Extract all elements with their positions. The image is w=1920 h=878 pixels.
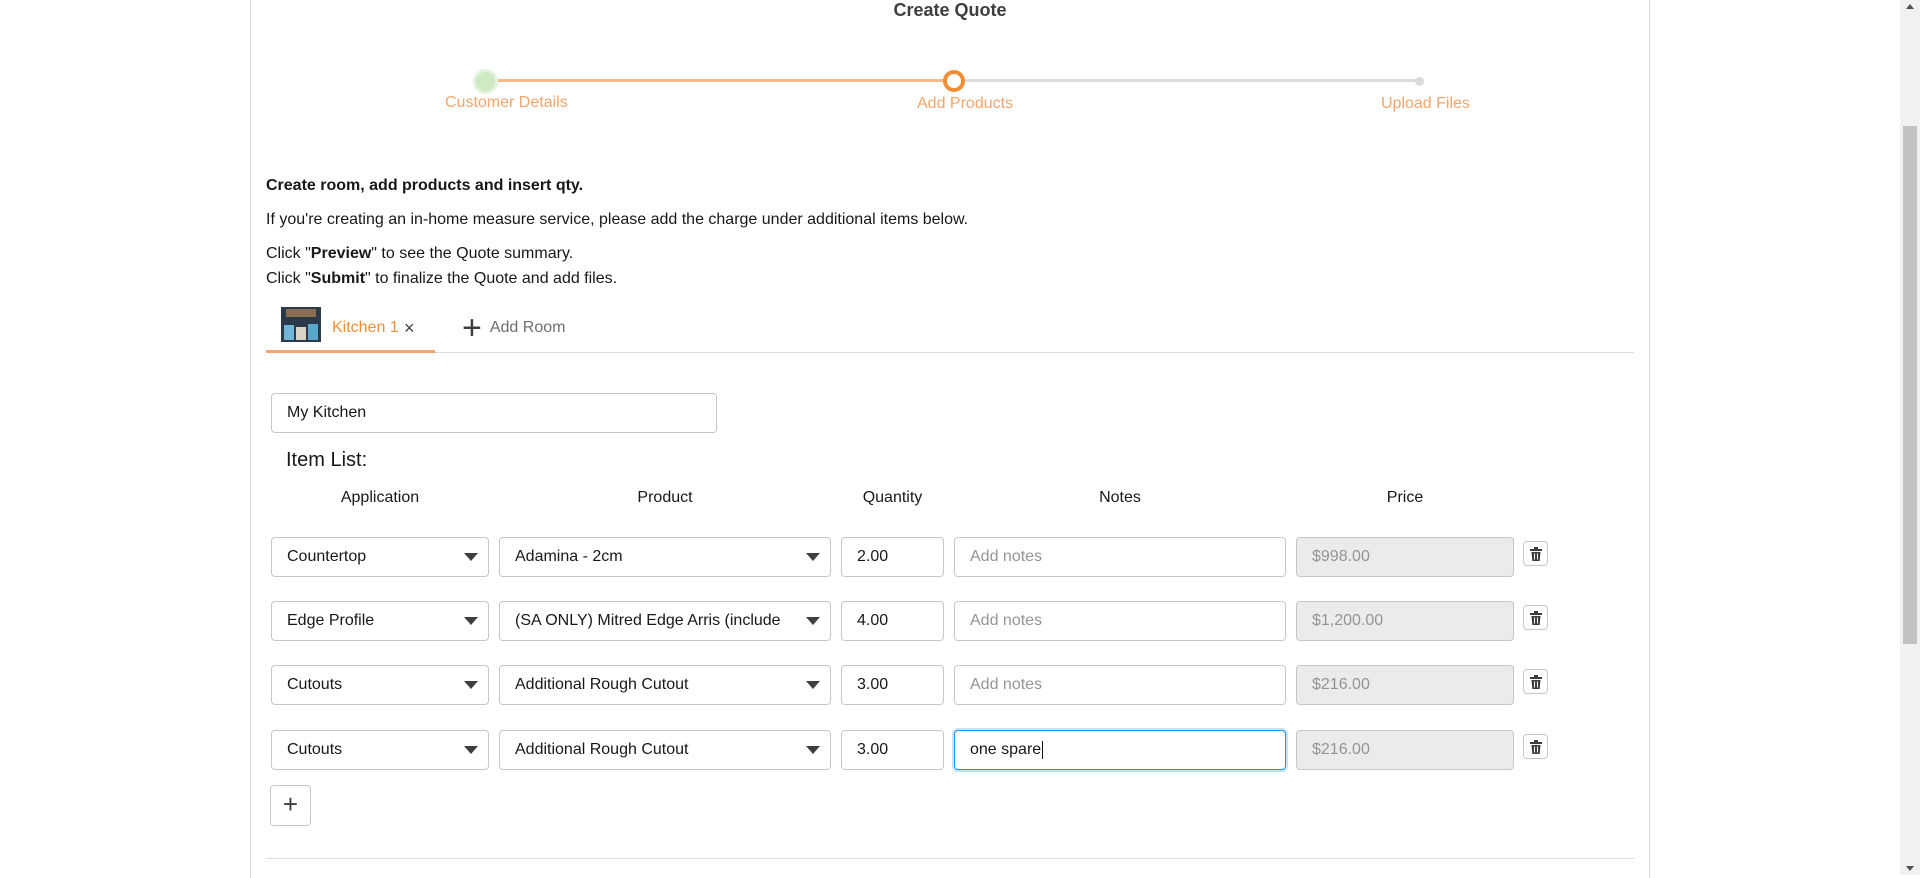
step-label-customer-details[interactable]: Customer Details [445, 94, 568, 112]
delete-row-button[interactable] [1523, 605, 1548, 630]
chevron-down-icon [464, 553, 478, 561]
add-room-button[interactable]: + Add Room [462, 309, 566, 347]
chevron-down-icon [806, 681, 820, 689]
instructions-submit: Click "Submit" to finalize the Quote and… [266, 270, 618, 287]
chevron-down-icon [806, 746, 820, 754]
product-select[interactable]: Additional Rough Cutout [499, 730, 831, 770]
chevron-down-icon [806, 617, 820, 625]
page-scrollbar[interactable] [1900, 0, 1920, 875]
price-field: $216.00 [1296, 665, 1514, 705]
product-select[interactable]: (SA ONLY) Mitred Edge Arris (include [499, 601, 831, 641]
chevron-down-icon [806, 553, 820, 561]
step-marker-customer-details[interactable] [473, 69, 498, 94]
progress-track-upcoming [954, 79, 1420, 82]
step-marker-upload-files[interactable] [1415, 77, 1424, 86]
quantity-input[interactable]: 4.00 [841, 601, 944, 641]
progress-track-complete [486, 79, 954, 82]
delete-row-button[interactable] [1523, 541, 1548, 566]
notes-input[interactable]: Add notes [954, 665, 1286, 705]
room-name-input[interactable] [271, 393, 717, 433]
section-divider [266, 858, 1634, 859]
text-cursor [1042, 740, 1044, 759]
product-select[interactable]: Additional Rough Cutout [499, 665, 831, 705]
preview-keyword: Preview [310, 245, 372, 262]
price-field: $1,200.00 [1296, 601, 1514, 641]
notes-input[interactable]: Add notes [954, 537, 1286, 577]
close-icon[interactable]: × [404, 318, 415, 339]
tab-kitchen-1[interactable]: Kitchen 1 × [266, 303, 435, 353]
application-select[interactable]: Cutouts [271, 730, 489, 770]
column-header-price: Price [1386, 489, 1424, 506]
trash-icon [1530, 740, 1542, 754]
progress-indicator: Customer Details Add Products Upload Fil… [251, 68, 1651, 128]
item-list-title: Item List: [286, 449, 368, 471]
step-label-add-products[interactable]: Add Products [917, 95, 1013, 113]
chevron-down-icon [464, 746, 478, 754]
instructions-measure-note: If you're creating an in-home measure se… [266, 211, 969, 228]
delete-row-button[interactable] [1523, 669, 1548, 694]
add-room-label: Add Room [489, 319, 566, 336]
scroll-up-arrow-icon[interactable] [1906, 4, 1914, 9]
instructions-preview: Click "Preview" to see the Quote summary… [266, 245, 574, 262]
product-select[interactable]: Adamina - 2cm [499, 537, 831, 577]
plus-icon: + [282, 789, 299, 819]
application-select[interactable]: Cutouts [271, 665, 489, 705]
application-select[interactable]: Edge Profile [271, 601, 489, 641]
plus-icon: + [462, 309, 482, 347]
price-field: $998.00 [1296, 537, 1514, 577]
kitchen-thumbnail-image [281, 307, 321, 342]
column-header-product: Product [637, 489, 693, 506]
chevron-down-icon [464, 617, 478, 625]
trash-icon [1530, 547, 1542, 561]
add-item-button[interactable]: + [270, 785, 311, 826]
column-header-quantity: Quantity [862, 489, 923, 506]
tab-kitchen-1-label[interactable]: Kitchen 1 [332, 319, 399, 337]
chevron-down-icon [464, 681, 478, 689]
quantity-input[interactable]: 3.00 [841, 730, 944, 770]
notes-value: one spare [970, 741, 1042, 758]
step-marker-add-products[interactable] [943, 70, 965, 92]
quantity-input[interactable]: 3.00 [841, 665, 944, 705]
scroll-down-arrow-icon[interactable] [1906, 866, 1914, 871]
quantity-input[interactable]: 2.00 [841, 537, 944, 577]
column-header-application: Application [340, 489, 420, 506]
delete-row-button[interactable] [1523, 734, 1548, 759]
create-quote-card: Create Quote Customer Details Add Produc… [250, 0, 1650, 878]
room-tabs: Kitchen 1 × + Add Room [266, 303, 1634, 353]
trash-icon [1530, 675, 1542, 689]
submit-keyword: Submit [310, 270, 366, 287]
price-field: $216.00 [1296, 730, 1514, 770]
notes-input[interactable]: one spare [954, 730, 1286, 770]
application-select[interactable]: Countertop [271, 537, 489, 577]
step-label-upload-files[interactable]: Upload Files [1381, 95, 1470, 113]
notes-input[interactable]: Add notes [954, 601, 1286, 641]
scrollbar-thumb[interactable] [1903, 126, 1917, 644]
page-title: Create Quote [893, 0, 1007, 20]
column-header-notes: Notes [1099, 489, 1141, 506]
trash-icon [1530, 611, 1542, 625]
instructions-heading: Create room, add products and insert qty… [266, 177, 584, 194]
